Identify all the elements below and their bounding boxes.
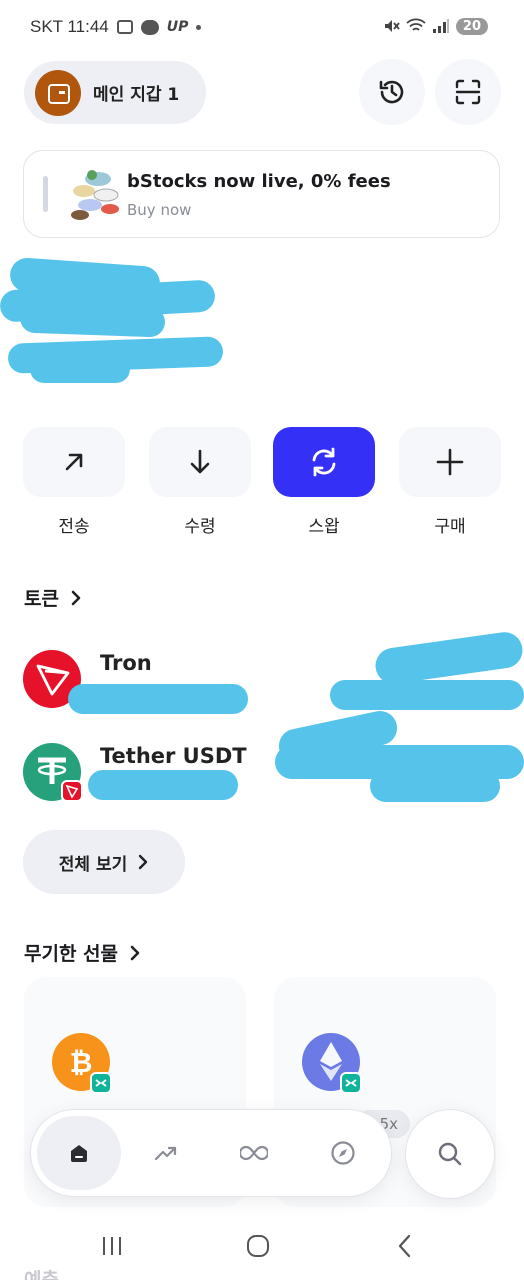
banner-subtitle[interactable]: Buy now: [127, 201, 191, 219]
battery-indicator: 20: [455, 17, 488, 35]
scan-icon: [455, 79, 481, 105]
swap-button[interactable]: [273, 427, 375, 497]
futures-section-header[interactable]: 무기한 선물: [24, 939, 142, 966]
banner-title: bStocks now live, 0% fees: [127, 171, 391, 192]
svg-text:₿: ₿: [70, 1046, 93, 1079]
wallet-name: 메인 지갑 1: [93, 85, 180, 105]
swap-icon: [312, 447, 336, 477]
buy-button[interactable]: [399, 427, 501, 497]
nav-perpetuals[interactable]: [212, 1116, 296, 1190]
infinity-icon: [240, 1145, 268, 1161]
stocks-illustration-icon: [71, 170, 119, 220]
history-icon: [379, 80, 404, 104]
trending-icon: [154, 1146, 177, 1161]
status-bar: SKT 11:44 UP 20: [0, 0, 524, 56]
view-all-tokens-button[interactable]: 전체 보기: [23, 830, 185, 894]
mute-icon: [384, 20, 400, 32]
system-navigation-bar: [0, 1212, 524, 1280]
up-indicator: UP: [166, 19, 189, 35]
perp-badge-icon: [90, 1072, 112, 1094]
tokens-section-header[interactable]: 토큰: [24, 584, 83, 611]
receive-label: 수령: [184, 517, 216, 537]
status-right: 20: [382, 17, 488, 35]
send-label: 전송: [58, 517, 90, 537]
search-button[interactable]: [405, 1109, 495, 1199]
swap-label: 스왑: [308, 517, 340, 537]
tron-network-badge-icon: [61, 780, 83, 802]
buy-label: 구매: [434, 517, 466, 537]
back-icon: [398, 1234, 411, 1258]
promo-banner[interactable]: bStocks now live, 0% fees Buy now: [23, 150, 500, 238]
banner-indicator: [43, 176, 48, 212]
nav-markets[interactable]: [124, 1116, 208, 1190]
chevron-right-icon: [139, 854, 148, 870]
arrow-down-icon: [190, 449, 210, 474]
receive-button[interactable]: [149, 427, 251, 497]
history-button[interactable]: [359, 59, 425, 125]
compass-icon: [331, 1141, 355, 1165]
signal-icon: [432, 19, 449, 33]
perp-badge-icon: [340, 1072, 362, 1094]
bottom-nav-bar: [30, 1109, 392, 1197]
chevron-right-icon: [130, 945, 140, 960]
screenshot-icon: [116, 20, 133, 34]
view-all-label: 전체 보기: [58, 854, 128, 875]
back-button[interactable]: [385, 1228, 425, 1264]
home-circle-icon: [247, 1235, 269, 1257]
status-left: SKT 11:44 UP: [30, 17, 202, 37]
home-system-button[interactable]: [238, 1228, 278, 1264]
tokens-title: 토큰: [24, 588, 59, 610]
notification-dot-icon: [196, 24, 202, 30]
chevron-right-icon: [71, 590, 81, 605]
recent-apps-icon: [103, 1237, 121, 1255]
token-name: Tron: [100, 651, 152, 675]
nav-discover[interactable]: [301, 1116, 385, 1190]
scan-button[interactable]: [435, 59, 501, 125]
home-icon: [71, 1145, 87, 1162]
arrow-up-right-icon: [65, 453, 83, 471]
status-time: SKT 11:44: [30, 17, 109, 36]
plus-icon: [436, 448, 464, 476]
search-icon: [438, 1142, 462, 1166]
wifi-icon: [406, 18, 426, 31]
token-name: Tether USDT: [100, 744, 247, 768]
wallet-selector[interactable]: 메인 지갑 1: [24, 61, 206, 124]
recent-apps-button[interactable]: [92, 1228, 132, 1264]
wallet-icon: [35, 69, 81, 116]
talk-icon: [140, 19, 159, 35]
futures-title: 무기한 선물: [24, 943, 119, 965]
send-button[interactable]: [23, 427, 125, 497]
nav-home[interactable]: [37, 1116, 121, 1190]
